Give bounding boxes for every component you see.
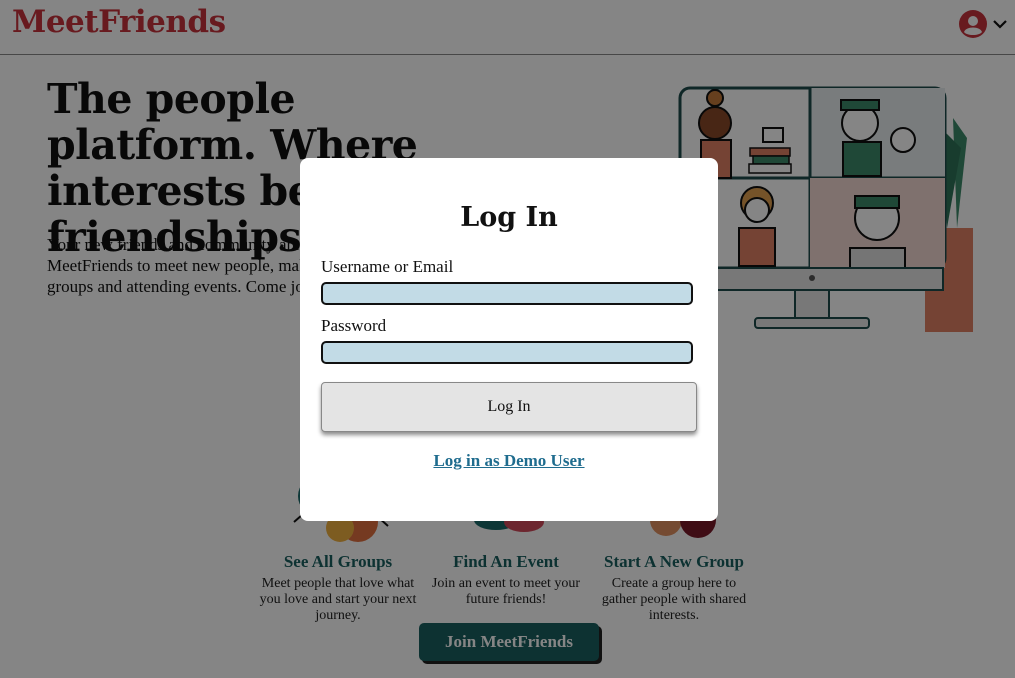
login-modal: Log In Username or Email Password Log In… xyxy=(300,158,718,521)
modal-title: Log In xyxy=(460,202,558,233)
username-input[interactable] xyxy=(321,282,693,305)
demo-user-link[interactable]: Log in as Demo User xyxy=(300,451,718,471)
username-label: Username or Email xyxy=(321,257,454,276)
login-submit-button[interactable]: Log In xyxy=(321,382,697,432)
password-input[interactable] xyxy=(321,341,693,364)
password-label: Password xyxy=(321,316,387,335)
